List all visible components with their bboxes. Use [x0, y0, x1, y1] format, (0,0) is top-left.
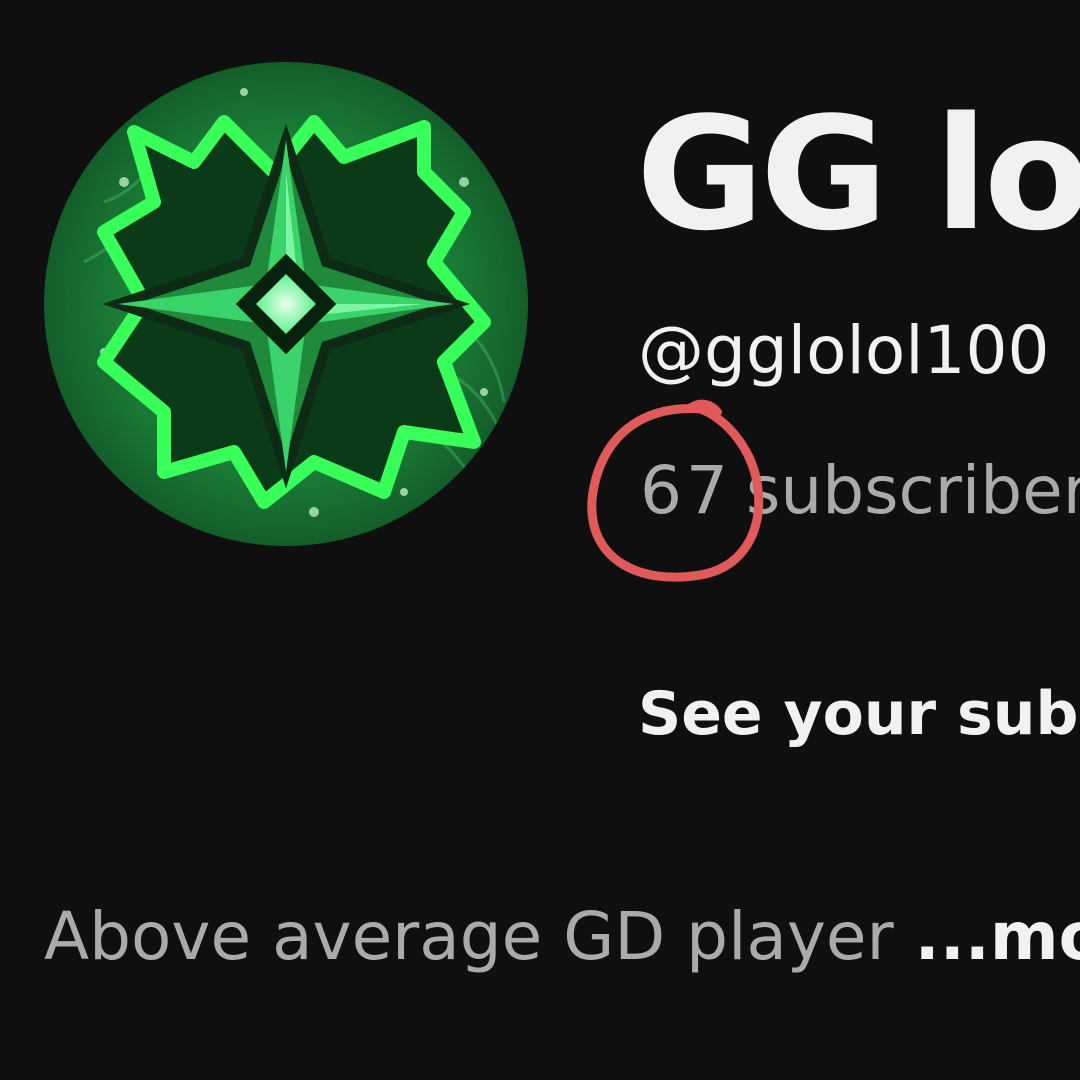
channel-description[interactable]: Above average GD player ...more	[44, 904, 1080, 970]
subscriber-count: 67	[640, 452, 732, 529]
channel-avatar[interactable]	[44, 62, 528, 546]
more-button[interactable]: ...more	[915, 898, 1080, 975]
subscriber-info: 67subscribers	[640, 458, 1080, 524]
description-text: Above average GD player	[44, 898, 894, 975]
star-logo-icon	[44, 62, 528, 546]
see-subscribers-link[interactable]: See your subscribers	[638, 684, 1080, 744]
channel-name: GG lol	[636, 83, 1080, 265]
channel-handle: @gglolol100	[638, 312, 1050, 389]
subscriber-label: subscribers	[745, 452, 1080, 529]
channel-header: GG lol @gglolol100 67subscribers See you…	[0, 0, 1080, 1080]
